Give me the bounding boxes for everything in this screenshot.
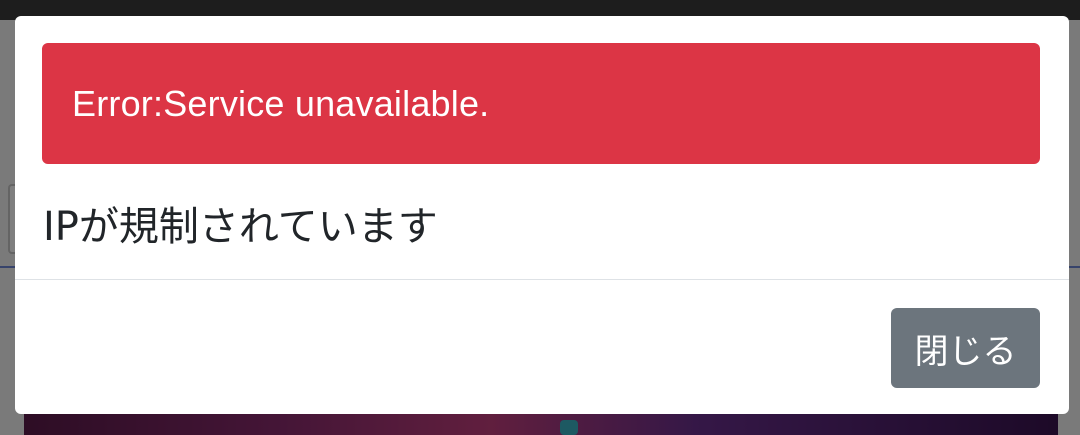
modal-footer-divider	[15, 279, 1069, 280]
error-alert-text: Error:Service unavailable.	[72, 82, 490, 124]
modal-message: IPが規制されています	[43, 204, 438, 250]
error-alert: Error:Service unavailable.	[42, 43, 1040, 164]
close-button[interactable]: 閉じる	[891, 308, 1040, 388]
error-modal: Error:Service unavailable. IPが規制されています 閉…	[15, 16, 1069, 414]
